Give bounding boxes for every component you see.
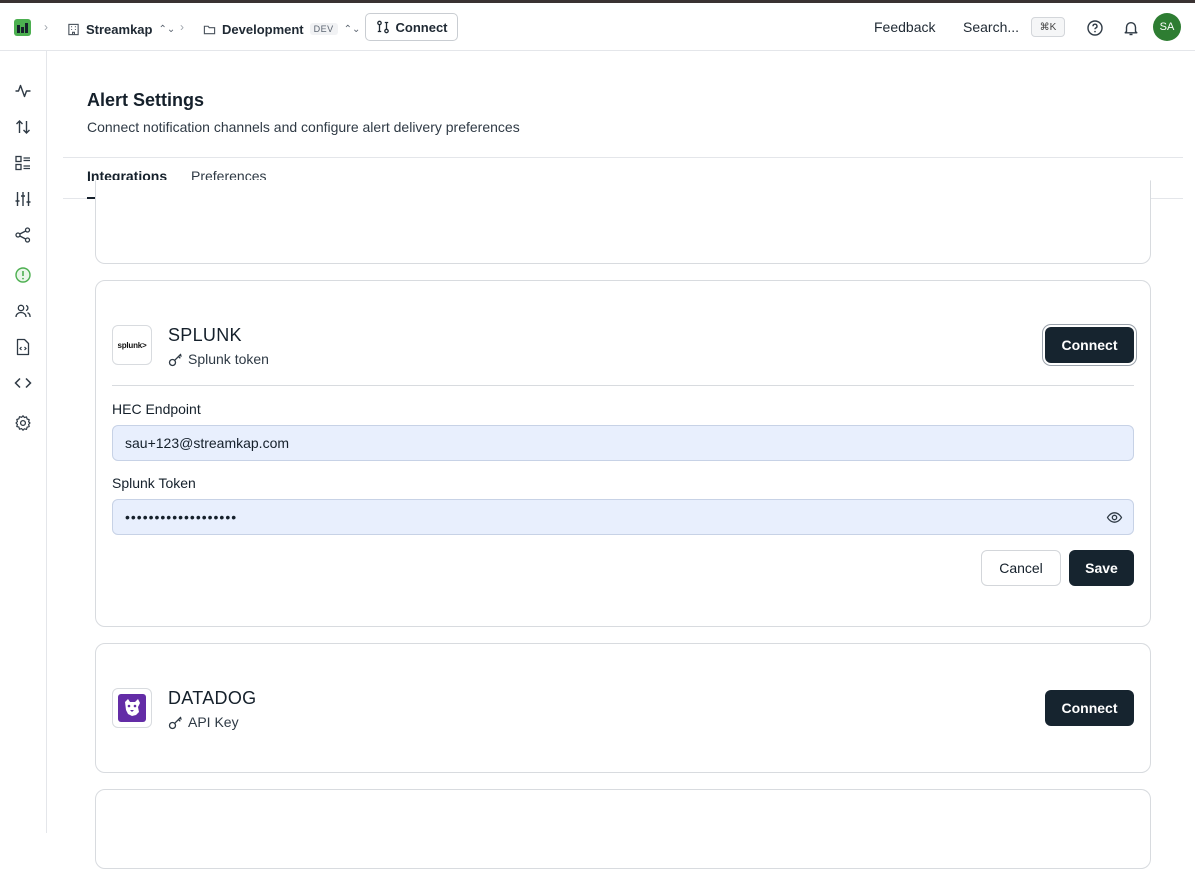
breadcrumb-org[interactable]: Streamkap ⌃⌄ <box>67 16 175 42</box>
splunk-integration-card: splunk> SPLUNK Splunk token Connect HEC … <box>95 280 1151 627</box>
streamkap-logo-icon[interactable] <box>14 19 31 36</box>
connector-icon <box>376 20 389 34</box>
page-subtitle: Connect notification channels and config… <box>87 119 520 135</box>
top-navigation-bar: › Streamkap ⌃⌄ › Development DEV ⌃⌄ Conn… <box>0 3 1195 51</box>
environment-name: Development <box>222 21 304 37</box>
feedback-link[interactable]: Feedback <box>874 19 935 35</box>
users-icon[interactable] <box>14 302 32 320</box>
transfer-icon[interactable] <box>14 118 32 136</box>
folder-icon <box>203 25 216 34</box>
search-shortcut-badge: ⌘K <box>1031 17 1065 37</box>
list-icon[interactable] <box>14 154 32 172</box>
sidebar <box>0 51 47 833</box>
hec-endpoint-input[interactable]: sau+123@streamkap.com <box>112 425 1134 461</box>
breadcrumb-chevron-icon: › <box>44 20 48 34</box>
splunk-connect-button[interactable]: Connect <box>1045 327 1134 363</box>
integration-card-partial <box>95 180 1151 264</box>
bell-icon[interactable] <box>1122 19 1140 37</box>
key-icon <box>168 353 182 366</box>
datadog-auth-type: API Key <box>168 714 239 730</box>
splunk-auth-type: Splunk token <box>168 351 269 367</box>
datadog-auth-label: API Key <box>188 714 239 730</box>
hec-endpoint-value: sau+123@streamkap.com <box>125 435 290 451</box>
hec-endpoint-label: HEC Endpoint <box>112 401 201 417</box>
building-icon <box>68 23 79 35</box>
activity-icon[interactable] <box>14 82 32 100</box>
datadog-dog-icon <box>118 694 146 722</box>
breadcrumb-chevron-icon: › <box>180 20 184 34</box>
datadog-integration-card: DATADOG API Key Connect <box>95 643 1151 773</box>
switch-org-icon: ⌃⌄ <box>158 23 176 35</box>
alert-icon[interactable] <box>14 266 32 284</box>
connect-top-label: Connect <box>395 19 448 35</box>
key-icon <box>168 716 182 729</box>
save-button[interactable]: Save <box>1069 550 1134 586</box>
datadog-title: DATADOG <box>168 688 257 708</box>
splunk-token-value: ••••••••••••••••••• <box>125 509 238 525</box>
page-title: Alert Settings <box>87 90 205 110</box>
org-name: Streamkap <box>86 21 153 37</box>
cancel-button[interactable]: Cancel <box>981 550 1061 586</box>
card-divider <box>112 385 1134 386</box>
share-icon[interactable] <box>14 226 32 244</box>
connect-top-button[interactable]: Connect <box>365 13 458 41</box>
breadcrumb-environment[interactable]: Development DEV ⌃⌄ <box>203 16 360 42</box>
user-avatar[interactable]: SA <box>1153 13 1181 41</box>
datadog-logo <box>112 688 152 728</box>
search-trigger[interactable]: Search... <box>963 19 1019 35</box>
help-icon[interactable] <box>1086 19 1104 37</box>
sliders-icon[interactable] <box>14 190 32 208</box>
code-icon[interactable] <box>14 374 32 392</box>
splunk-title: SPLUNK <box>168 325 242 345</box>
settings-icon[interactable] <box>14 414 32 432</box>
switch-environment-icon: ⌃⌄ <box>343 23 361 35</box>
splunk-token-label: Splunk Token <box>112 475 196 491</box>
splunk-token-input[interactable]: ••••••••••••••••••• <box>112 499 1134 535</box>
environment-badge: DEV <box>309 23 338 35</box>
integration-card-partial <box>95 789 1151 869</box>
splunk-logo-text: splunk> <box>117 340 147 350</box>
show-password-eye-icon[interactable] <box>1106 509 1123 526</box>
splunk-auth-label: Splunk token <box>188 351 269 367</box>
datadog-connect-button[interactable]: Connect <box>1045 690 1134 726</box>
splunk-logo: splunk> <box>112 325 152 365</box>
file-code-icon[interactable] <box>14 338 32 356</box>
